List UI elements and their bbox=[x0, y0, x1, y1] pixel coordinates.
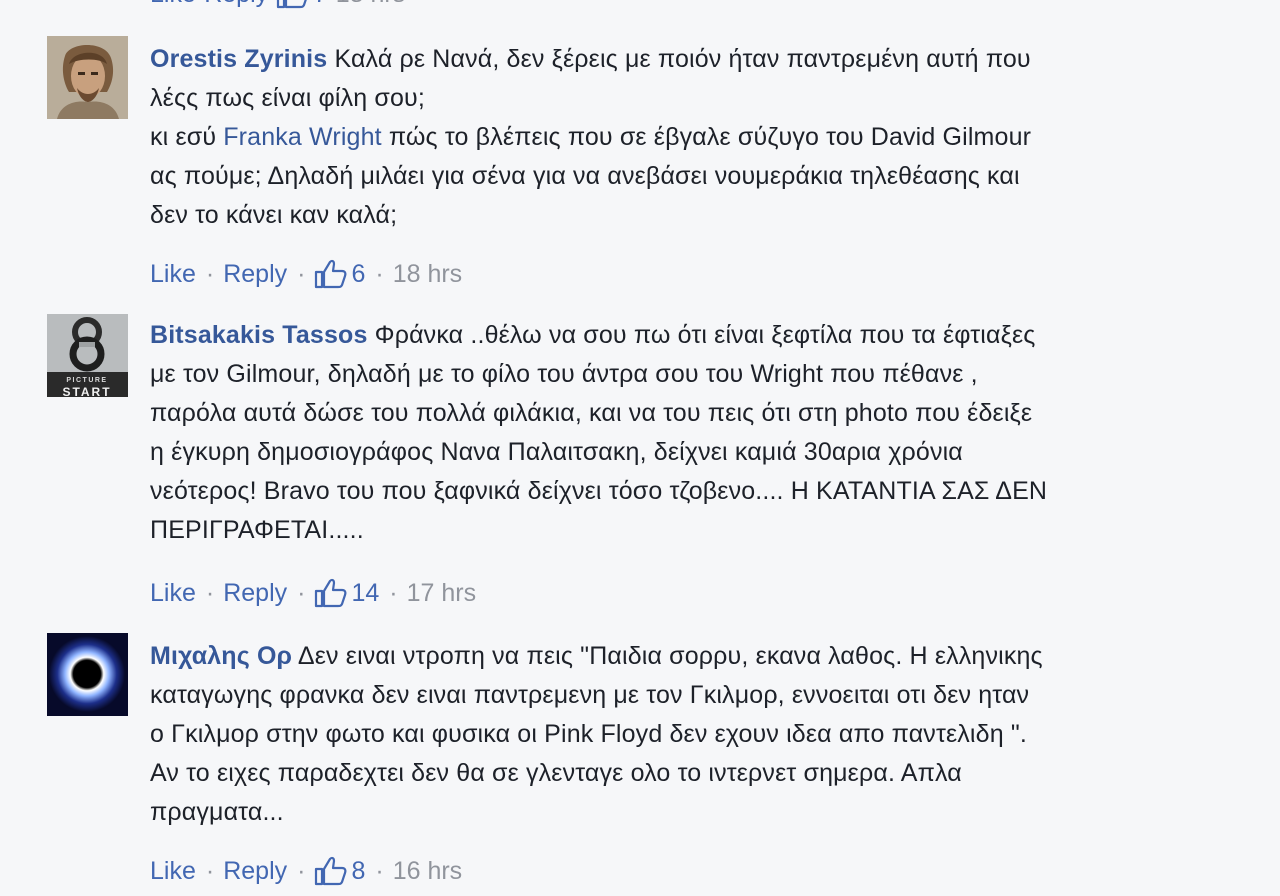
comment-author[interactable]: Orestis Zyrinis bbox=[150, 45, 327, 73]
like-count[interactable]: 6 bbox=[351, 258, 365, 290]
separator: · bbox=[205, 260, 215, 288]
separator: · bbox=[389, 579, 398, 607]
reply-button[interactable]: Reply bbox=[223, 258, 287, 290]
timestamp[interactable]: 18 hrs bbox=[336, 0, 405, 10]
separator: · bbox=[205, 579, 215, 607]
avatar[interactable] bbox=[47, 633, 128, 716]
comment-body: Μιχαλης Ορ Δεν ειναι ντροπη να πεις "Παι… bbox=[150, 637, 1230, 832]
separator: · bbox=[205, 857, 215, 885]
avatar-text-top: PICTURE bbox=[66, 377, 107, 384]
separator: · bbox=[375, 857, 384, 885]
timestamp[interactable]: 17 hrs bbox=[407, 577, 476, 609]
like-button[interactable]: Like bbox=[150, 0, 196, 10]
film-leader-icon: PICTURE START bbox=[47, 314, 128, 397]
separator: · bbox=[297, 579, 306, 607]
thumbs-up-icon bbox=[277, 0, 308, 9]
like-button[interactable]: Like bbox=[150, 577, 196, 609]
timestamp[interactable]: 16 hrs bbox=[393, 855, 462, 887]
avatar[interactable] bbox=[47, 36, 128, 119]
comment-actions: Like · Reply · 14 · 17 hrs bbox=[150, 577, 476, 609]
separator: · bbox=[375, 260, 384, 288]
comment-body: Orestis Zyrinis Καλά ρε Νανά, δεν ξέρεις… bbox=[150, 40, 1230, 235]
comment-author[interactable]: Bitsakakis Tassos bbox=[150, 321, 368, 349]
thumbs-up-icon[interactable] bbox=[314, 856, 347, 886]
reply-button[interactable]: Reply bbox=[223, 855, 287, 887]
comment-text: Φράνκα ..θέλω να σου πω ότι είναι ξεφτίλ… bbox=[150, 321, 1048, 544]
separator: · bbox=[327, 0, 335, 10]
previous-comment-actions: Like · Reply · 7 · 18 hrs bbox=[150, 0, 405, 10]
comment-author[interactable]: Μιχαλης Ορ bbox=[150, 642, 292, 670]
comment-actions: Like · Reply · 6 · 18 hrs bbox=[150, 258, 462, 290]
separator: · bbox=[268, 0, 276, 10]
like-count[interactable]: 14 bbox=[351, 577, 379, 609]
separator: · bbox=[297, 857, 306, 885]
avatar[interactable]: PICTURE START bbox=[47, 314, 128, 397]
like-button[interactable]: Like bbox=[150, 258, 196, 290]
separator: · bbox=[196, 0, 204, 10]
like-button[interactable]: Like bbox=[150, 855, 196, 887]
separator: · bbox=[297, 260, 306, 288]
like-count[interactable]: 7 bbox=[313, 0, 327, 10]
comment-actions: Like · Reply · 8 · 16 hrs bbox=[150, 855, 462, 887]
thumbs-up-icon[interactable] bbox=[314, 578, 347, 608]
timestamp[interactable]: 18 hrs bbox=[393, 258, 462, 290]
eclipse-icon bbox=[47, 633, 128, 716]
person-photo-icon bbox=[47, 36, 128, 119]
like-count[interactable]: 8 bbox=[351, 855, 365, 887]
thumbs-up-icon[interactable] bbox=[314, 259, 347, 289]
avatar-text-bottom: START bbox=[62, 385, 111, 397]
mention-link[interactable]: Franka Wright bbox=[223, 123, 381, 151]
reply-button[interactable]: Reply bbox=[223, 577, 287, 609]
reply-button[interactable]: Reply bbox=[204, 0, 268, 10]
comment-body: Bitsakakis Tassos Φράνκα ..θέλω να σου π… bbox=[150, 316, 1230, 550]
